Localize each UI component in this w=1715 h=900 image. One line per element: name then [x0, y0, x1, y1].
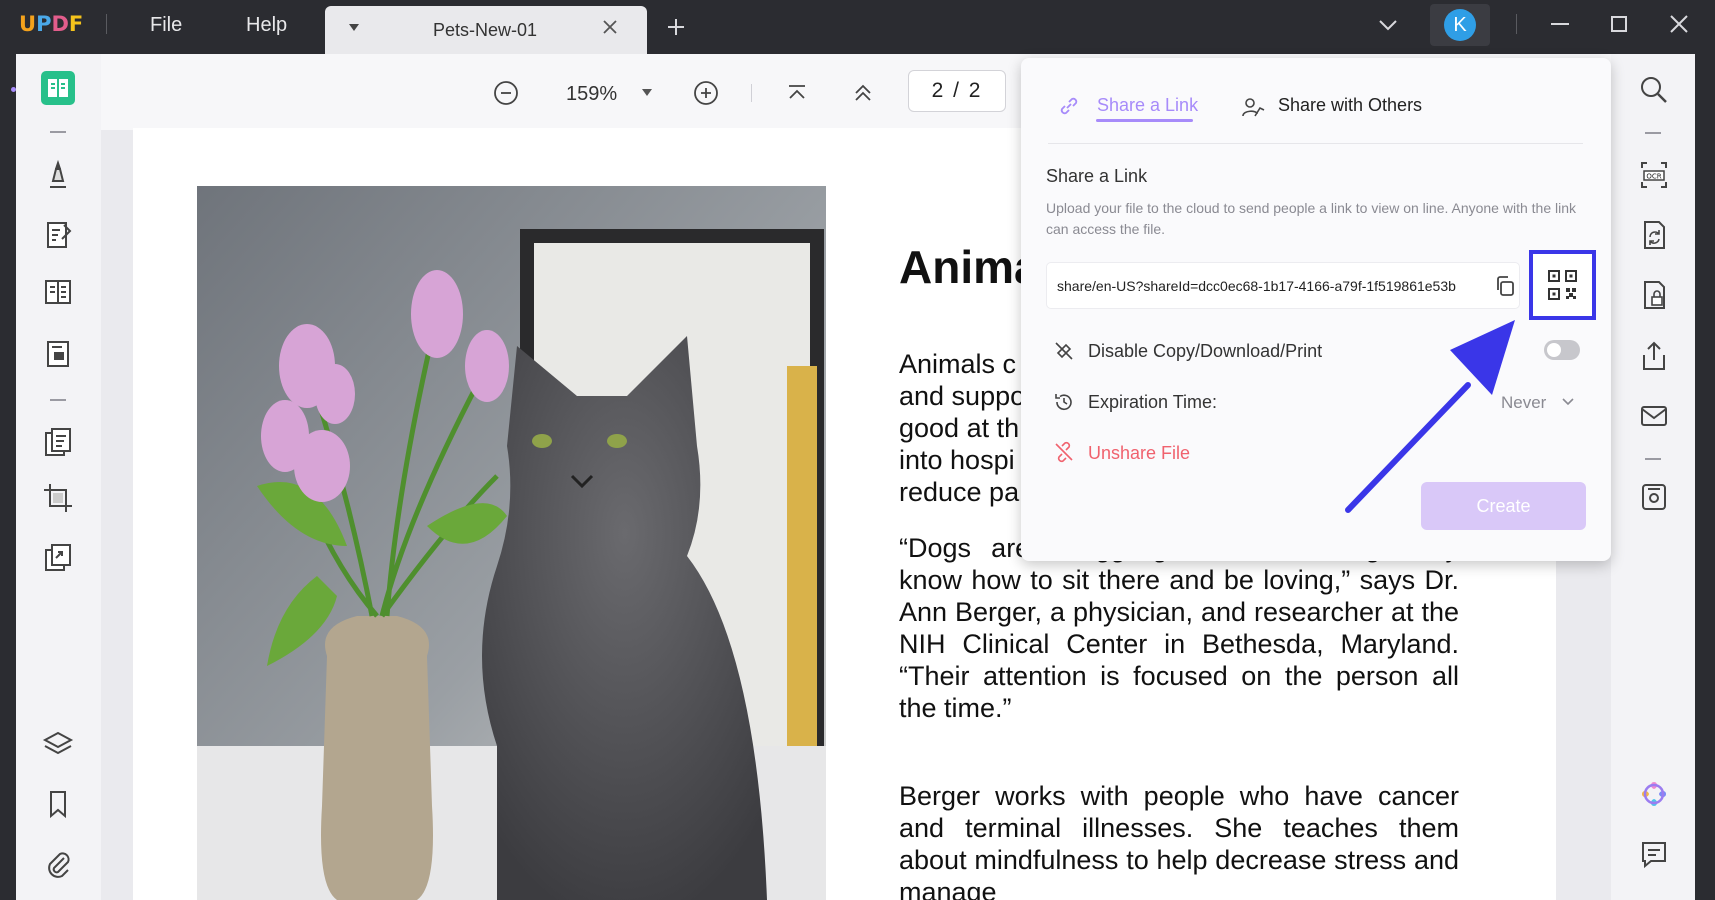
form-icon[interactable] — [40, 336, 76, 372]
share-link-heading: Share a Link — [1046, 166, 1148, 186]
share-icon[interactable] — [1636, 338, 1672, 374]
sidebar-indicator-dot — [11, 87, 16, 92]
zoom-level[interactable]: 159% — [566, 83, 617, 106]
comment-icon[interactable] — [1636, 836, 1672, 872]
close-window-icon[interactable] — [1667, 12, 1691, 36]
share-link-field[interactable]: share/en-US?shareId=dcc0ec68-1b17-4166-a… — [1046, 262, 1520, 309]
tab-divider — [1048, 143, 1583, 144]
tab-share-with-others[interactable]: Share with Others — [1278, 95, 1422, 116]
qr-code-icon — [1548, 270, 1577, 300]
link-icon — [1060, 97, 1078, 115]
email-icon[interactable] — [1636, 398, 1672, 434]
tab-menu-caret-icon[interactable] — [349, 24, 359, 31]
minimize-icon[interactable] — [1548, 14, 1572, 34]
zoom-dropdown-icon[interactable] — [642, 89, 652, 96]
search-icon[interactable] — [1636, 72, 1672, 108]
attachment-icon[interactable] — [40, 846, 76, 882]
new-tab-icon[interactable] — [665, 16, 687, 38]
highlight-pen-icon[interactable] — [40, 157, 76, 193]
divider — [1516, 14, 1517, 34]
page-number-input[interactable]: 2 / 2 — [908, 70, 1006, 112]
chevron-down-icon[interactable] — [1377, 17, 1399, 33]
save-icon[interactable] — [1636, 479, 1672, 515]
cat-with-tulips-image — [197, 186, 826, 900]
toolbar-divider — [751, 84, 752, 102]
ai-assistant-icon[interactable] — [1636, 776, 1672, 812]
maximize-icon[interactable] — [1607, 14, 1631, 34]
menu-file[interactable]: File — [150, 14, 182, 37]
ocr-icon[interactable]: OCR — [1636, 157, 1672, 193]
share-link-description: Upload your file to the cloud to send pe… — [1046, 200, 1576, 237]
sidebar-divider — [50, 131, 66, 133]
chevron-down-icon[interactable] — [1561, 397, 1575, 407]
tab-title: Pets-New-01 — [433, 20, 538, 40]
paragraph-3: Berger works with people who have cancer… — [899, 781, 1459, 900]
active-tab-indicator — [1096, 119, 1193, 122]
disable-copy-icon — [1055, 342, 1073, 360]
document-title: Anima — [899, 241, 1040, 293]
expiration-label: Expiration Time: — [1088, 392, 1218, 412]
protect-icon[interactable] — [1636, 277, 1672, 313]
document-tab[interactable]: Pets-New-01 — [325, 6, 647, 54]
organize-pages-icon[interactable] — [40, 424, 76, 460]
duplicate-icon[interactable] — [40, 540, 76, 576]
divider — [106, 14, 107, 34]
previous-page-icon[interactable] — [851, 82, 875, 104]
edit-text-icon[interactable] — [40, 217, 76, 253]
disable-copy-label: Disable Copy/Download/Print — [1088, 341, 1323, 361]
disable-copy-toggle[interactable] — [1544, 340, 1580, 360]
qr-code-button[interactable] — [1529, 250, 1596, 320]
layers-icon[interactable] — [40, 726, 76, 762]
close-tab-icon[interactable] — [600, 17, 620, 37]
sidebar-divider — [50, 399, 66, 401]
crop-icon[interactable] — [40, 480, 76, 516]
paragraph-1: Animals c and suppo good at th into hosp… — [899, 349, 1026, 507]
bookmark-icon[interactable] — [40, 786, 76, 822]
first-page-icon[interactable] — [785, 82, 809, 104]
zoom-in-icon[interactable] — [693, 80, 719, 106]
page-layout-icon[interactable] — [40, 274, 76, 310]
toggle-knob — [1547, 343, 1561, 357]
avatar: K — [1444, 9, 1476, 41]
sidebar-divider — [1645, 458, 1661, 460]
tab-share-a-link[interactable]: Share a Link — [1097, 95, 1198, 116]
left-sidebar — [16, 54, 101, 900]
history-clock-icon — [1055, 394, 1072, 410]
unshare-link-icon — [1055, 441, 1073, 463]
sidebar-divider — [1645, 132, 1661, 134]
share-with-others-icon — [1242, 98, 1265, 117]
reader-icon[interactable] — [40, 70, 76, 106]
unshare-file-button[interactable]: Unshare File — [1088, 443, 1190, 464]
right-sidebar: OCR — [1611, 54, 1695, 900]
convert-icon[interactable] — [1636, 217, 1672, 253]
annotation-arrow — [1345, 320, 1515, 513]
title-bar: UPDF File Help Pets-New-01 K — [0, 0, 1715, 54]
share-link-url: share/en-US?shareId=dcc0ec68-1b17-4166-a… — [1057, 278, 1456, 294]
zoom-out-icon[interactable] — [493, 80, 519, 106]
copy-icon[interactable] — [1493, 274, 1517, 298]
svg-text:OCR: OCR — [1646, 173, 1661, 181]
app-logo: UPDF — [19, 12, 84, 36]
menu-help[interactable]: Help — [246, 14, 287, 37]
user-account-button[interactable]: K — [1430, 4, 1490, 46]
